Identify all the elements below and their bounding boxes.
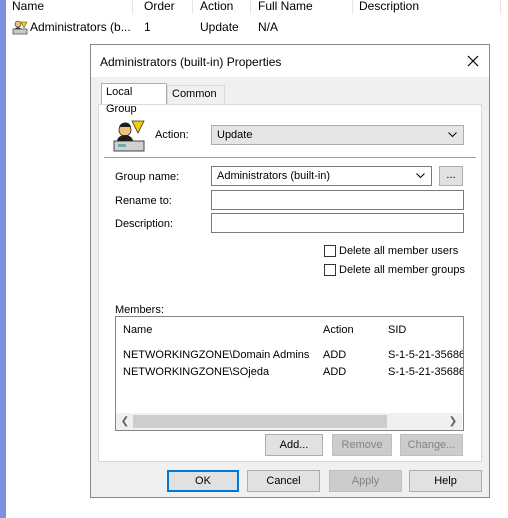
dialog-titlebar[interactable]: Administrators (built-in) Properties: [91, 45, 489, 77]
change-label: Change...: [407, 439, 456, 451]
member-sid: S-1-5-21-35686: [388, 366, 464, 378]
group-name-label: Group name:: [115, 171, 180, 183]
chevron-down-icon: [416, 173, 425, 179]
members-list[interactable]: Name Action SID NETWORKINGZONE\Domain Ad…: [115, 316, 464, 431]
column-separator[interactable]: [132, 0, 133, 14]
members-label: Members:: [115, 304, 164, 316]
column-header-order[interactable]: Order: [144, 0, 175, 13]
action-select[interactable]: Update: [211, 125, 464, 145]
close-icon[interactable]: [461, 49, 485, 73]
column-header-description[interactable]: Description: [359, 0, 419, 13]
column-header-full-name[interactable]: Full Name: [258, 0, 313, 13]
table-row[interactable]: NETWORKINGZONE\Domain Admins ADD S-1-5-2…: [116, 347, 464, 364]
browse-button[interactable]: ...: [439, 166, 463, 186]
left-edge-strip: [0, 0, 6, 518]
help-button[interactable]: Help: [409, 470, 482, 492]
member-name: NETWORKINGZONE\Domain Admins: [123, 349, 310, 361]
ok-button[interactable]: OK: [167, 470, 239, 492]
delete-member-groups-label[interactable]: Delete all member groups: [339, 264, 465, 276]
local-group-panel: Action: Update Group name: Administrator…: [98, 104, 482, 462]
properties-dialog: Administrators (built-in) Properties Loc…: [90, 44, 490, 498]
group-name-value: Administrators (built-in): [217, 170, 331, 182]
column-separator[interactable]: [352, 0, 353, 14]
action-label: Action:: [155, 129, 189, 141]
row-name: Administrators (b...: [30, 20, 131, 34]
member-name: NETWORKINGZONE\SOjeda: [123, 366, 270, 378]
apply-button[interactable]: Apply: [329, 470, 402, 492]
row-full-name: N/A: [258, 20, 279, 34]
delete-member-users-checkbox[interactable]: [324, 245, 336, 257]
dialog-title: Administrators (built-in) Properties: [100, 55, 282, 69]
table-row[interactable]: NETWORKINGZONE\SOjeda ADD S-1-5-21-35686: [116, 364, 464, 381]
scroll-right-icon[interactable]: ❯: [446, 415, 460, 428]
remove-member-button[interactable]: Remove: [332, 434, 392, 456]
member-action: ADD: [323, 349, 347, 361]
apply-label: Apply: [351, 475, 380, 487]
column-header-action[interactable]: Action: [200, 0, 233, 13]
member-sid: S-1-5-21-35686: [388, 349, 464, 361]
tab-local-group[interactable]: Local Group: [101, 83, 167, 115]
action-value: Update: [217, 129, 253, 141]
tab-common[interactable]: Common: [167, 85, 225, 104]
rename-to-label: Rename to:: [115, 195, 172, 207]
members-column-name[interactable]: Name: [123, 324, 152, 336]
divider: [104, 157, 476, 158]
horizontal-scrollbar[interactable]: ❮ ❯: [116, 413, 462, 430]
tab-label: Common: [172, 88, 217, 100]
description-field[interactable]: [211, 213, 464, 233]
rename-to-field[interactable]: [211, 190, 464, 210]
remove-label: Remove: [341, 439, 383, 451]
change-member-button[interactable]: Change...: [400, 434, 463, 456]
column-separator[interactable]: [192, 0, 193, 14]
row-action: Update: [200, 20, 239, 34]
cancel-label: Cancel: [266, 475, 301, 487]
members-column-action[interactable]: Action: [323, 324, 354, 336]
ok-label: OK: [195, 475, 211, 487]
delete-member-users-label[interactable]: Delete all member users: [339, 245, 458, 257]
description-label: Description:: [115, 218, 174, 230]
column-separator[interactable]: [250, 0, 251, 14]
group-name-combo[interactable]: Administrators (built-in): [211, 166, 432, 186]
chevron-down-icon: [448, 132, 457, 138]
scroll-left-icon[interactable]: ❮: [118, 415, 132, 428]
list-header: Name Order Action Full Name Description: [6, 0, 508, 14]
add-member-button[interactable]: Add...: [265, 434, 323, 456]
add-label: Add...: [279, 439, 309, 451]
help-label: Help: [434, 475, 457, 487]
local-group-icon: [12, 20, 28, 35]
member-action: ADD: [323, 366, 347, 378]
local-group-icon: [113, 120, 145, 152]
column-separator[interactable]: [500, 0, 501, 14]
scrollbar-thumb[interactable]: [133, 415, 387, 428]
browse-label: ...: [446, 169, 456, 181]
column-header-name[interactable]: Name: [12, 0, 44, 13]
cancel-button[interactable]: Cancel: [247, 470, 320, 492]
list-item[interactable]: Administrators (b... 1 Update N/A: [6, 18, 508, 36]
tab-label: Local Group: [106, 86, 137, 115]
row-order: 1: [144, 20, 151, 34]
members-column-sid[interactable]: SID: [388, 324, 406, 336]
delete-member-groups-checkbox[interactable]: [324, 264, 336, 276]
